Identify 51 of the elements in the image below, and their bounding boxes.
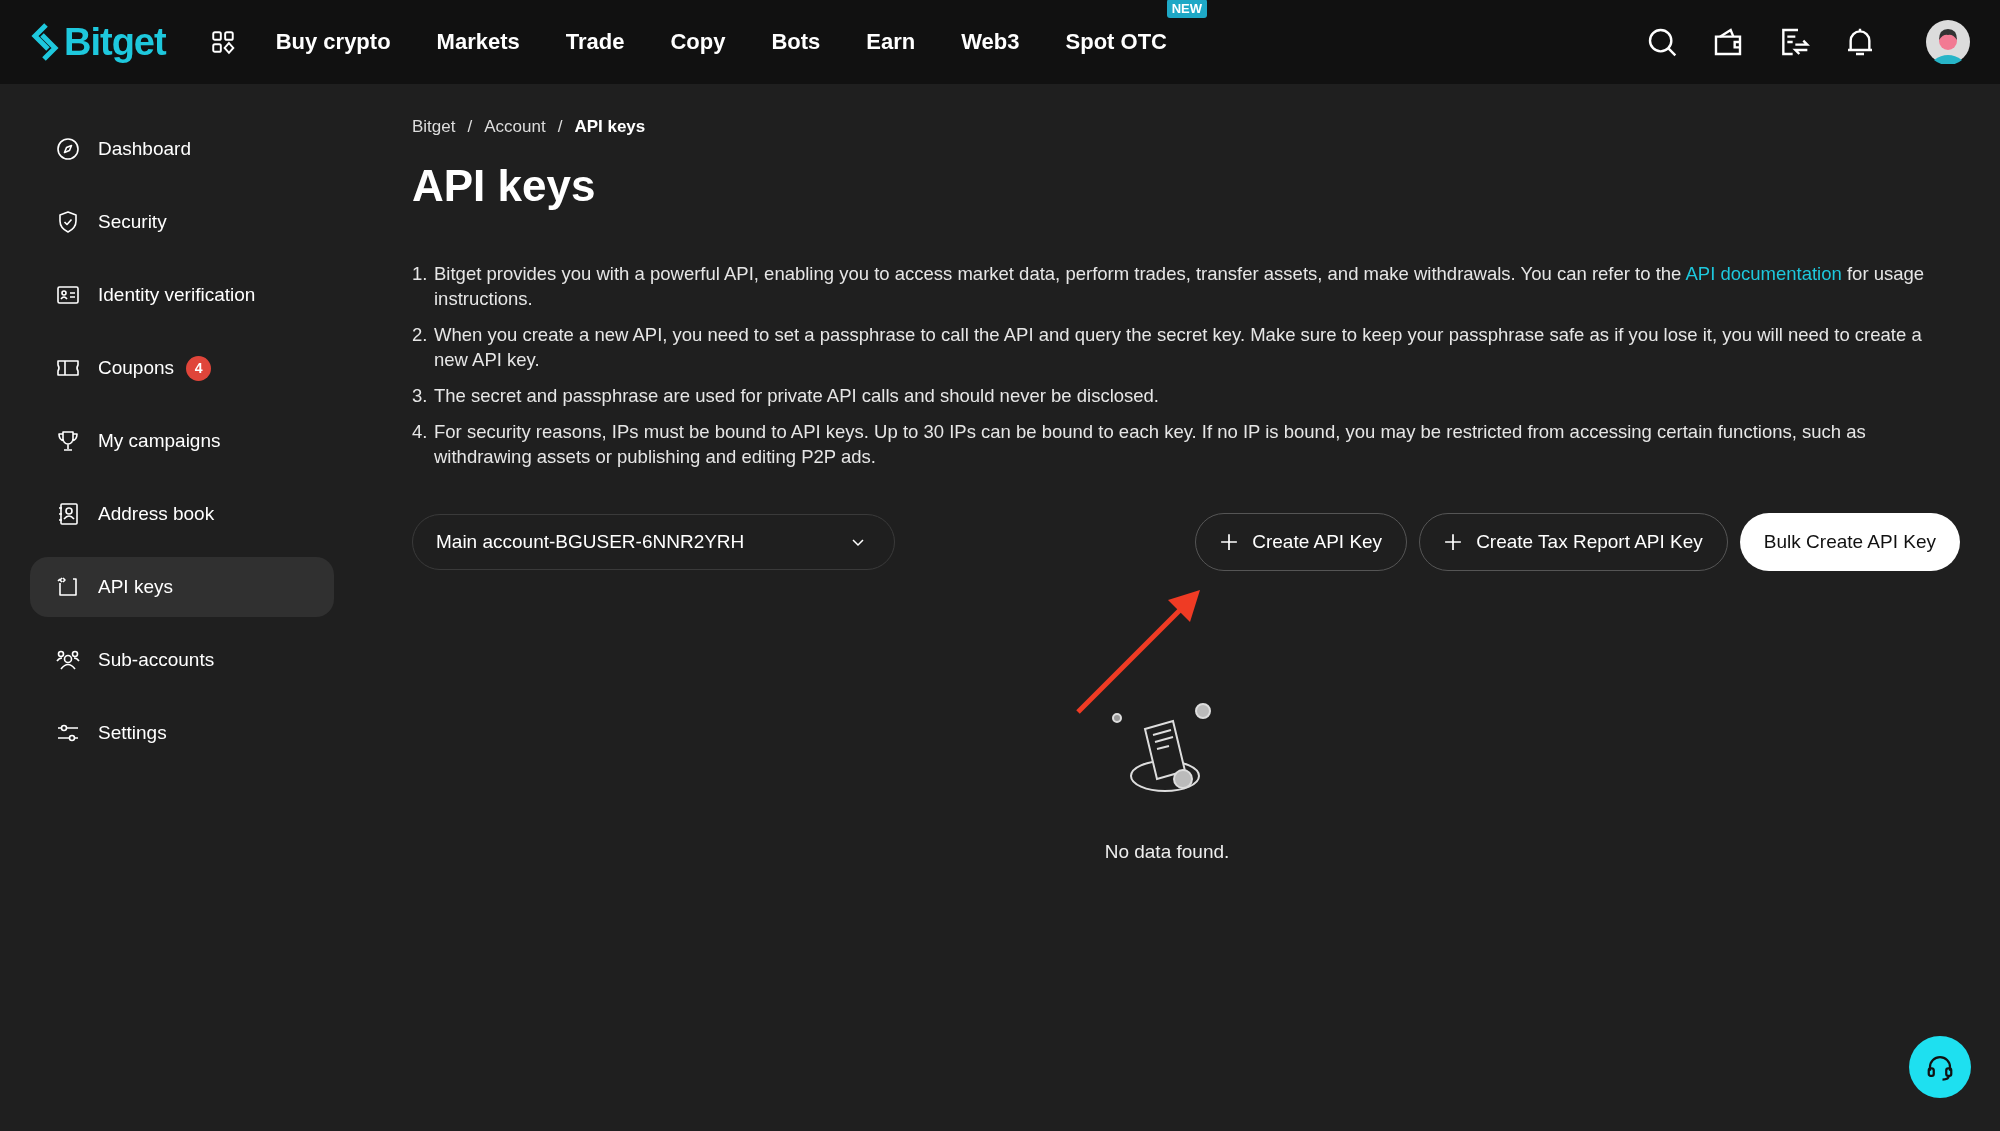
- nav-link[interactable]: Buy crypto: [275, 29, 391, 55]
- users-icon: [56, 648, 80, 672]
- list-number: 3.: [412, 384, 428, 408]
- nav-link[interactable]: Copy: [670, 29, 726, 55]
- sidebar-item[interactable]: Security: [30, 192, 334, 252]
- apps-grid-icon[interactable]: [209, 29, 236, 55]
- sidebar-item[interactable]: Settings: [30, 703, 334, 763]
- list-number: 1.: [412, 262, 428, 286]
- plus-icon: [1444, 533, 1463, 551]
- logo-text: Bitget: [64, 20, 166, 64]
- instruction-text: For security reasons, IPs must be bound to API keys. Up to 30 IPs can be bound to each key. If no IP is bound, you may be restricted from accessing certain functions, such as withdrawing assets or publishing and editing P2P ads.: [434, 420, 1867, 469]
- sidebar-item[interactable]: Sub-accounts: [30, 630, 334, 690]
- logo[interactable]: Bitget: [30, 20, 166, 64]
- sidebar-item[interactable]: Address book: [30, 484, 334, 544]
- breadcrumb-separator: /: [557, 117, 563, 137]
- nav-link[interactable]: Web3: [961, 29, 1020, 55]
- code-icon: [56, 575, 80, 599]
- plus-icon: [1220, 533, 1239, 551]
- shield-icon: [56, 210, 80, 234]
- documentation-link[interactable]: API documentation: [1685, 263, 1842, 284]
- contacts-icon: [56, 502, 80, 526]
- breadcrumb-link[interactable]: Account: [484, 117, 546, 137]
- sidebar-item[interactable]: API keys: [30, 557, 334, 617]
- page-title: API keys: [412, 161, 597, 211]
- breadcrumb-link[interactable]: Bitget: [412, 117, 456, 137]
- trophy-icon: [56, 429, 80, 453]
- idcard-icon: [56, 283, 80, 307]
- avatar-icon[interactable]: [1926, 20, 1970, 64]
- nav-link[interactable]: Earn: [866, 29, 916, 55]
- sidebar-item[interactable]: Coupons 4: [30, 338, 334, 398]
- nav-link[interactable]: Trade: [565, 29, 625, 55]
- count-badge: 4: [186, 355, 212, 381]
- list-number: 2.: [412, 323, 428, 347]
- breadcrumb-separator: /: [467, 117, 473, 137]
- instruction-text: When you create a new API, you need to set a passphrase to call the API and query the secret key. Make sure to keep your passphrase safe as if you lose it, you will need to create a new API key.: [434, 323, 1923, 372]
- new-badge: NEW: [1166, 0, 1207, 18]
- search-icon[interactable]: [1646, 26, 1678, 58]
- sidebar-item[interactable]: Identity verification: [30, 265, 334, 325]
- wallet-icon[interactable]: [1712, 26, 1744, 58]
- breadcrumb-link[interactable]: API keys: [574, 117, 646, 137]
- bulk-create-button[interactable]: Bulk Create API Key: [1739, 513, 1960, 571]
- sidebar-item[interactable]: Dashboard: [30, 119, 334, 179]
- instruction-text: The secret and passphrase are used for private API calls and should never be disclosed.: [434, 384, 1159, 408]
- empty-message: No data found.: [1104, 841, 1230, 863]
- instruction-text: Bitget provides you with a powerful API, enabling you to access market data, perform trades, transfer assets, and make withdrawals. You can refer to the API documentation for usage instructions.: [434, 262, 1926, 311]
- compass-icon: [56, 137, 80, 161]
- logo-icon: [30, 22, 60, 62]
- nav-link[interactable]: Bots: [771, 29, 821, 55]
- list-number: 4.: [412, 420, 428, 444]
- nav-link[interactable]: Markets: [436, 29, 520, 55]
- sidebar-item[interactable]: My campaigns: [30, 411, 334, 471]
